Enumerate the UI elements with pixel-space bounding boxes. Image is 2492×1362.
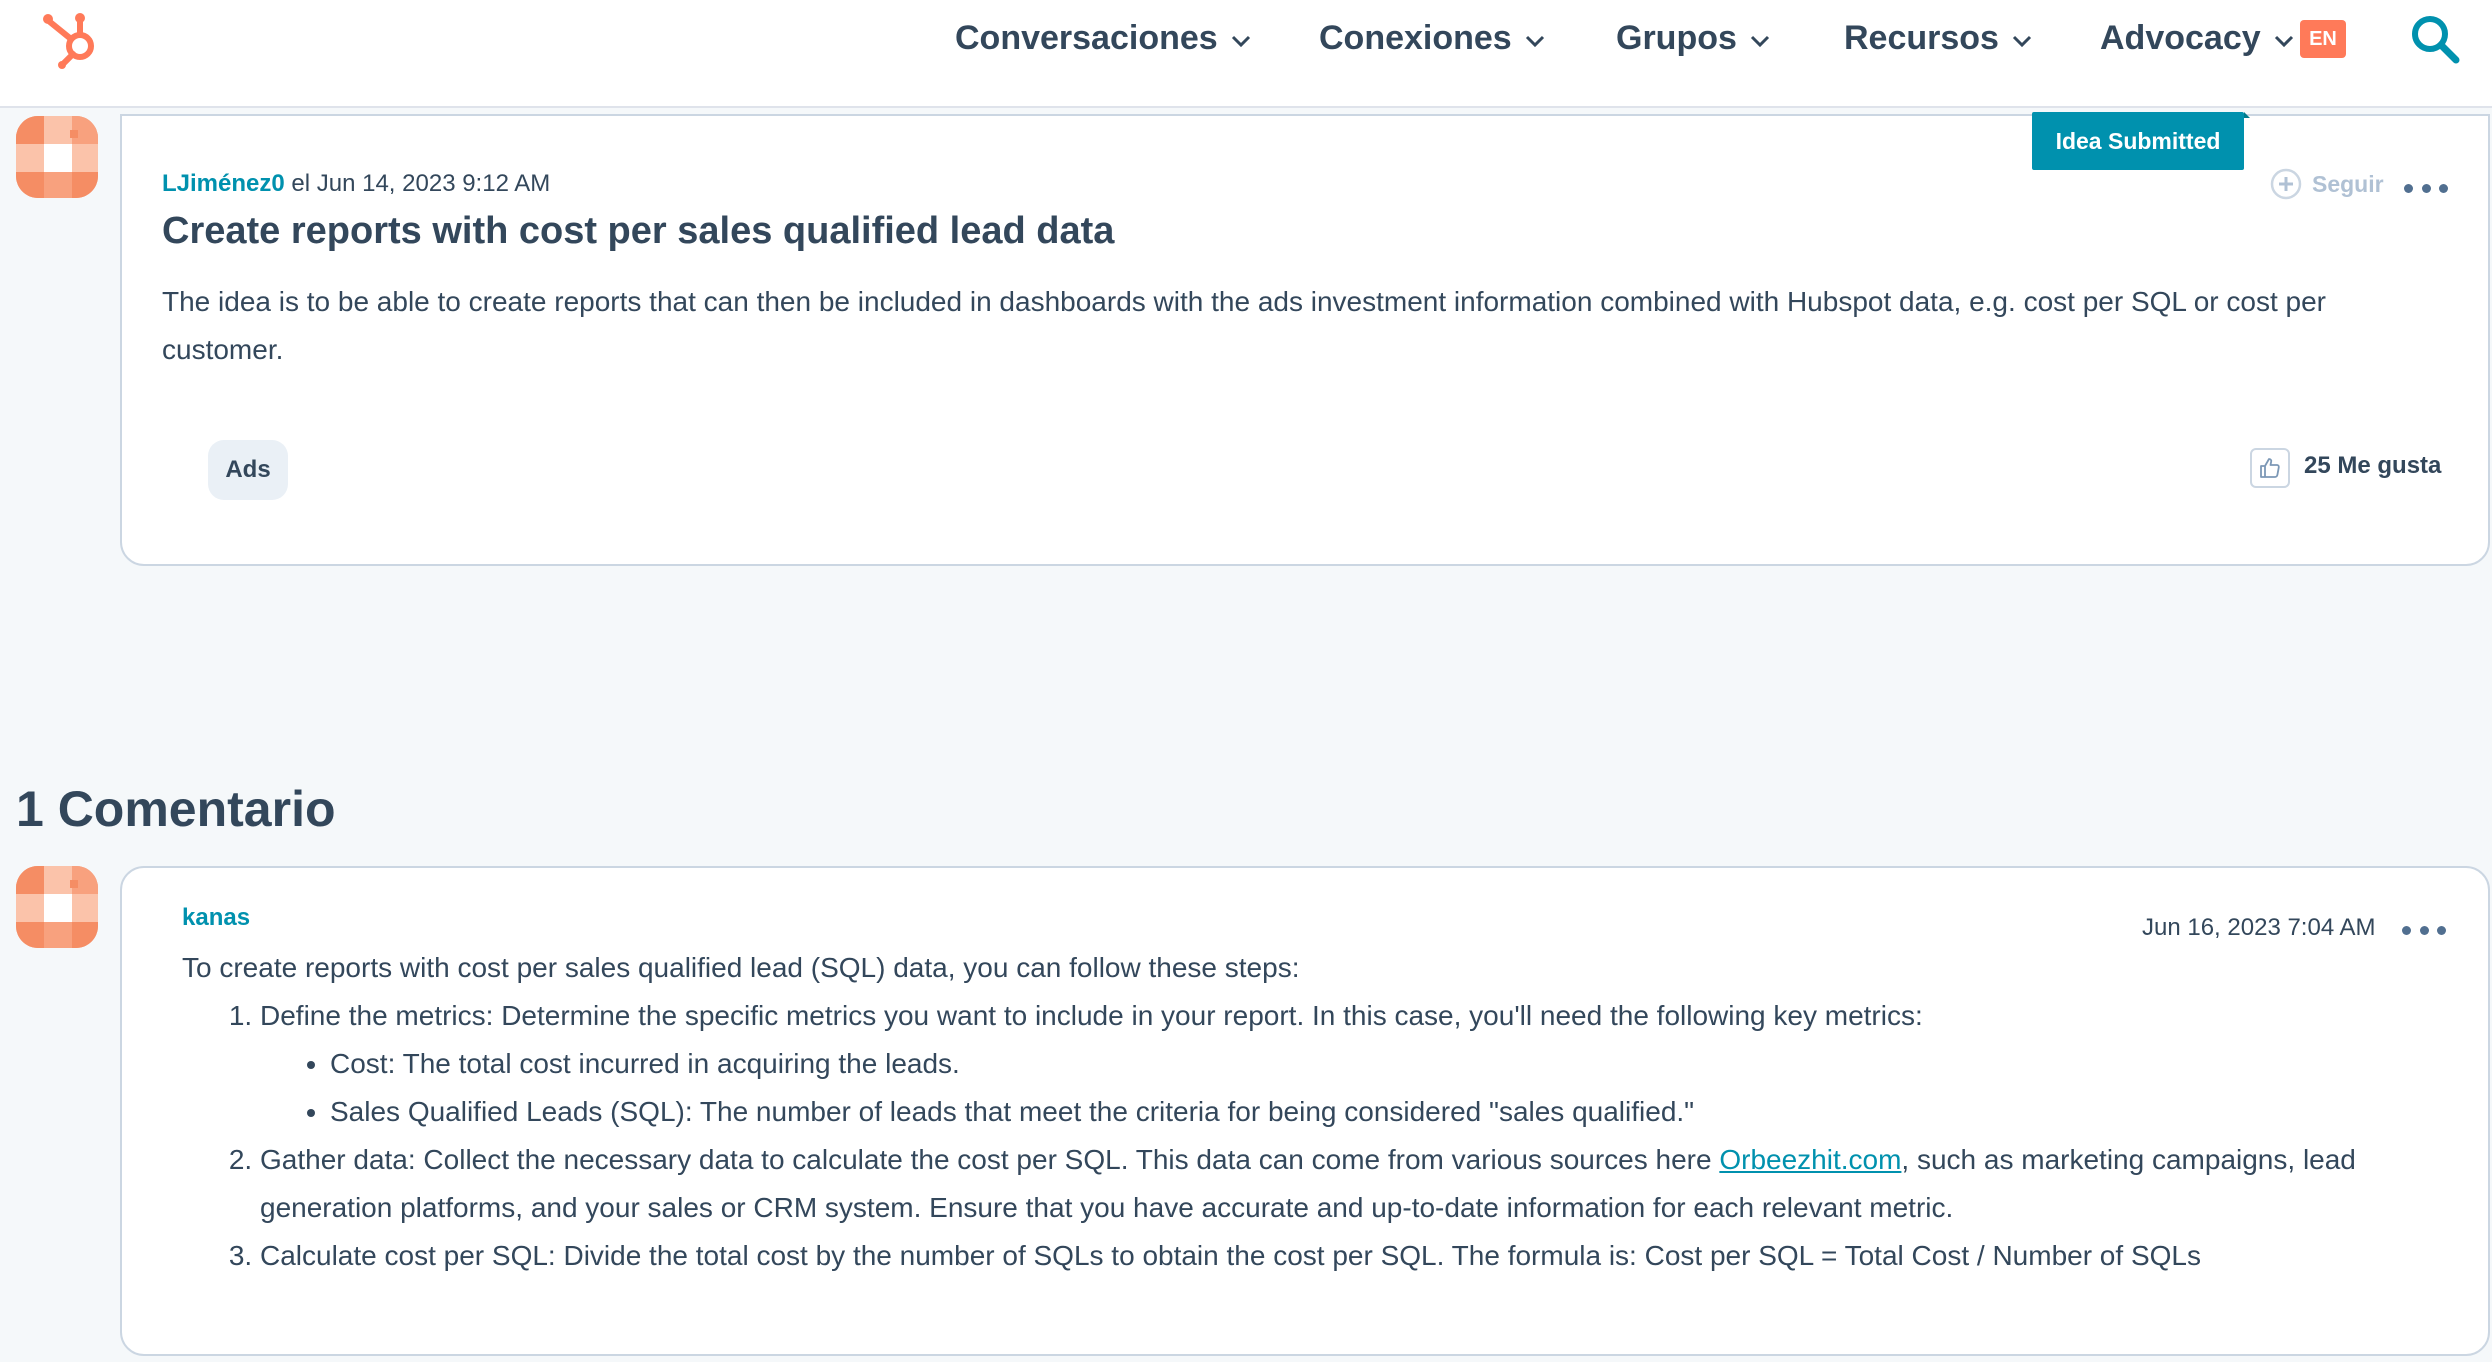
chevron-down-icon bbox=[1750, 35, 1769, 48]
like-button[interactable] bbox=[2250, 448, 2290, 488]
avatar[interactable] bbox=[16, 116, 98, 198]
nav-item-label: Recursos bbox=[1844, 18, 1999, 57]
comment-more-options-button[interactable] bbox=[2402, 920, 2446, 940]
list-item: Cost: The total cost incurred in acquiri… bbox=[330, 1040, 2442, 1088]
hubspot-logo-icon[interactable] bbox=[40, 6, 106, 72]
post-title: Create reports with cost per sales quali… bbox=[162, 210, 1115, 252]
top-navigation-bar: Conversaciones Conexiones Grupos Recurso… bbox=[0, 0, 2492, 108]
avatar-pattern-icon bbox=[16, 866, 98, 948]
list-item: Calculate cost per SQL: Divide the total… bbox=[260, 1232, 2442, 1280]
dot-icon bbox=[2437, 925, 2446, 935]
like-count: 25 Me gusta bbox=[2304, 452, 2442, 479]
nav-item-label: Conversaciones bbox=[955, 18, 1218, 57]
dot-icon bbox=[2439, 183, 2448, 193]
step-text: Define the metrics: Determine the specif… bbox=[260, 1000, 1923, 1031]
chevron-down-icon bbox=[1231, 35, 1250, 48]
nav-item-grupos[interactable]: Grupos bbox=[1616, 14, 1771, 62]
dot-icon bbox=[2421, 183, 2431, 193]
date-prefix: el bbox=[291, 170, 311, 197]
chevron-down-icon bbox=[1525, 35, 1544, 48]
comment-body: To create reports with cost per sales qu… bbox=[182, 944, 2442, 1280]
dot-icon bbox=[2402, 925, 2411, 935]
step-text: Calculate cost per SQL: Divide the total… bbox=[260, 1240, 2201, 1271]
nav-item-label: Conexiones bbox=[1319, 18, 1512, 57]
post-meta: LJiménez0 el Jun 14, 2023 9:12 AM bbox=[162, 170, 550, 198]
follow-label: Seguir bbox=[2312, 170, 2384, 197]
nav-item-conversaciones[interactable]: Conversaciones bbox=[955, 14, 1252, 62]
chevron-down-icon bbox=[2274, 35, 2293, 48]
dot-icon bbox=[2404, 183, 2413, 193]
follow-button[interactable]: Seguir bbox=[2270, 168, 2384, 200]
nav-item-advocacy[interactable]: Advocacy bbox=[2100, 14, 2295, 62]
post-more-options-button[interactable] bbox=[2404, 178, 2448, 198]
list-item: Define the metrics: Determine the specif… bbox=[260, 992, 2442, 1136]
post-author-link[interactable]: LJiménez0 bbox=[162, 170, 285, 197]
metrics-list: Cost: The total cost incurred in acquiri… bbox=[330, 1040, 2442, 1136]
external-link[interactable]: Orbeezhit.com bbox=[1719, 1144, 1901, 1175]
steps-list: Define the metrics: Determine the specif… bbox=[260, 992, 2442, 1280]
post-body: The idea is to be able to create reports… bbox=[162, 286, 2326, 365]
nav-item-conexiones[interactable]: Conexiones bbox=[1319, 14, 1546, 62]
search-icon[interactable] bbox=[2408, 12, 2462, 66]
comments-heading: 1 Comentario bbox=[16, 781, 336, 837]
avatar-pattern-icon bbox=[16, 116, 98, 198]
nav-item-label: Advocacy bbox=[2100, 18, 2261, 57]
thumbs-up-icon bbox=[2260, 458, 2280, 478]
nav-item-label: Grupos bbox=[1616, 18, 1737, 57]
comment-intro: To create reports with cost per sales qu… bbox=[182, 952, 1300, 983]
status-badge: Idea Submitted bbox=[2032, 112, 2250, 170]
comment-author-link[interactable]: kanas bbox=[182, 904, 250, 932]
tag-ads[interactable]: Ads bbox=[208, 440, 288, 500]
chevron-down-icon bbox=[2012, 35, 2032, 48]
post-date: Jun 14, 2023 9:12 AM bbox=[316, 170, 551, 197]
step-text: Gather data: Collect the necessary data … bbox=[260, 1144, 1720, 1175]
dot-icon bbox=[2419, 925, 2429, 935]
avatar[interactable] bbox=[16, 866, 98, 948]
list-item: Sales Qualified Leads (SQL): The number … bbox=[330, 1088, 2442, 1136]
comment-date: Jun 16, 2023 7:04 AM bbox=[2142, 914, 2376, 941]
plus-circle-icon bbox=[2270, 168, 2302, 200]
nav-item-recursos[interactable]: Recursos bbox=[1844, 14, 2033, 62]
list-item: Gather data: Collect the necessary data … bbox=[260, 1136, 2442, 1232]
language-badge[interactable]: EN bbox=[2300, 20, 2346, 58]
